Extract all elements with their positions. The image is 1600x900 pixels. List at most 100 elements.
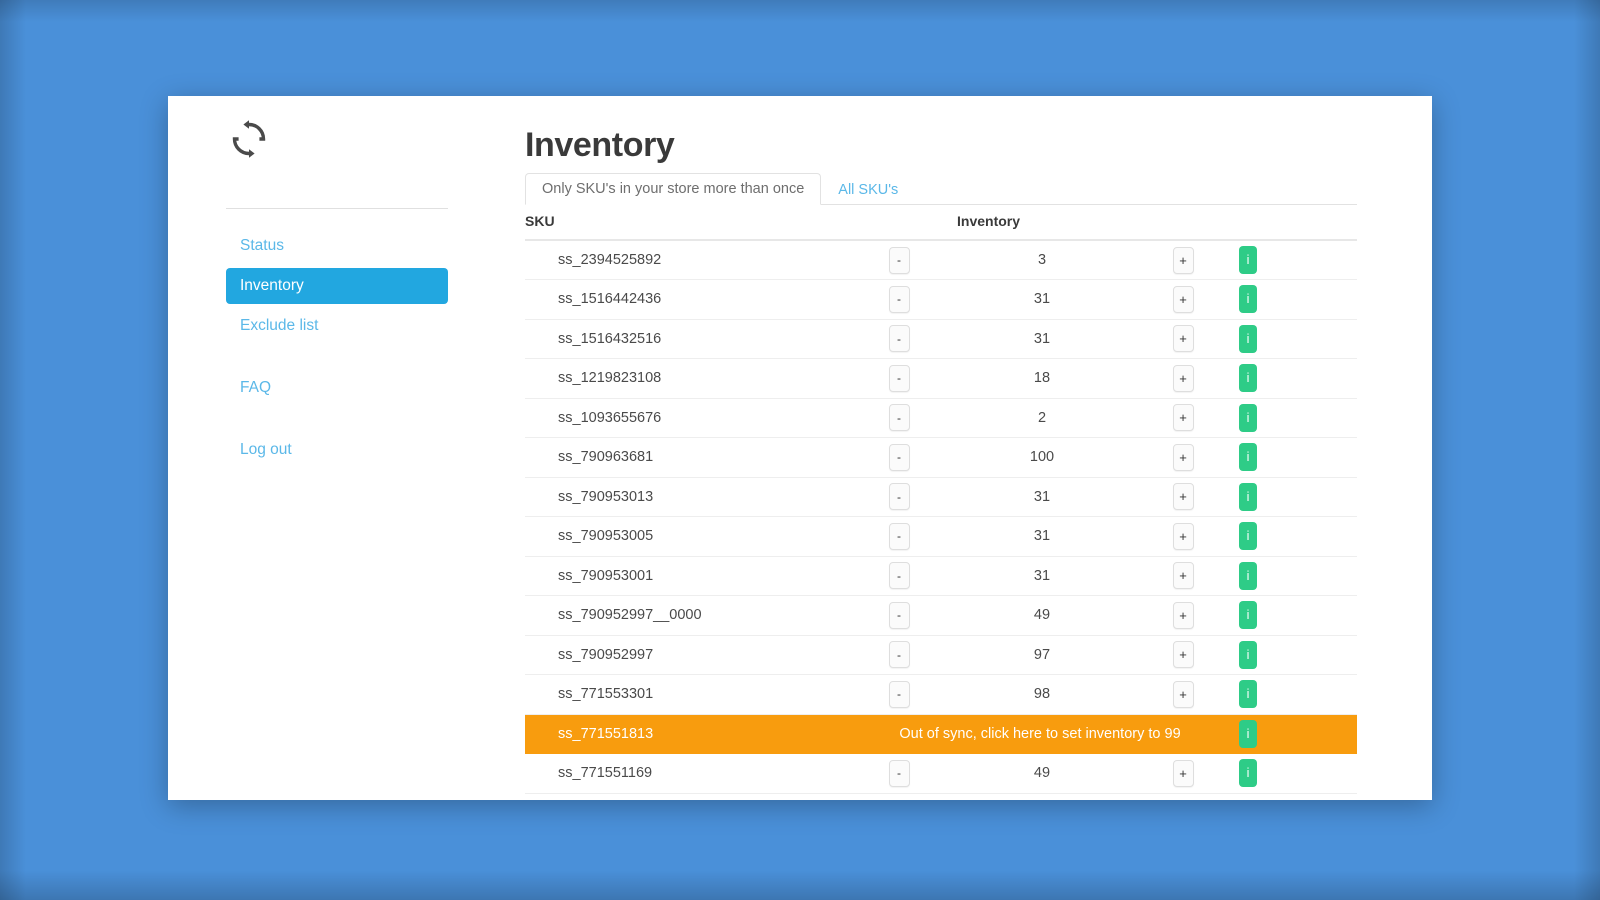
info-icon-button[interactable]: i	[1239, 680, 1257, 709]
cell-info: i	[1239, 437, 1357, 478]
table-body: ss_2394525892-3 + i ss_1516442436-31 + i ss_15…	[525, 240, 1357, 794]
cell-increment: +	[1127, 279, 1239, 320]
cell-decrement: -	[841, 279, 957, 320]
table-row: ss_790953013 - 31 + i	[525, 477, 1357, 517]
cell-decrement: -	[841, 516, 957, 557]
decrement-button[interactable]: -	[888, 759, 910, 787]
cell-info: i	[1239, 240, 1357, 280]
decrement-button[interactable]: -	[888, 483, 910, 511]
cell-sku: ss_790953005	[525, 516, 841, 557]
info-icon-button[interactable]: i	[1239, 522, 1257, 551]
cell-decrement: -	[841, 358, 957, 399]
decrement-button[interactable]: -	[888, 404, 910, 432]
increment-button[interactable]: +	[1172, 601, 1194, 629]
sidebar-item-exclude-list[interactable]: Exclude list	[226, 308, 448, 344]
sync-refresh-icon	[226, 116, 272, 162]
info-icon-button[interactable]: i	[1239, 640, 1257, 669]
info-icon-button[interactable]: i	[1239, 443, 1257, 472]
cell-increment: +	[1127, 437, 1239, 478]
info-icon-button[interactable]: i	[1239, 324, 1257, 353]
increment-button[interactable]: +	[1172, 285, 1194, 313]
decrement-button[interactable]: -	[888, 443, 910, 471]
decrement-button[interactable]: -	[888, 246, 910, 274]
info-icon-button[interactable]: i	[1239, 246, 1257, 274]
cell-info: i	[1239, 319, 1357, 359]
cell-inventory-value: 31	[957, 319, 1127, 359]
increment-button[interactable]: +	[1172, 522, 1194, 550]
cell-inventory-value: 2	[957, 398, 1127, 438]
sidebar-item-status[interactable]: Status	[226, 228, 448, 264]
sidebar-item-faq[interactable]: FAQ	[226, 370, 448, 406]
info-icon-button[interactable]: i	[1239, 403, 1257, 432]
cell-inventory-value: 97	[957, 635, 1127, 675]
cell-decrement: -	[841, 319, 957, 359]
tab-all-skus[interactable]: All SKU's	[821, 174, 915, 205]
decrement-button[interactable]: -	[888, 285, 910, 313]
info-icon-button[interactable]: i	[1239, 719, 1257, 748]
increment-button[interactable]: +	[1172, 246, 1194, 274]
table-row: ss_1219823108 - 18 + i	[525, 358, 1357, 399]
cell-increment: +	[1127, 753, 1239, 794]
increment-button[interactable]: +	[1172, 443, 1194, 471]
decrement-button[interactable]: -	[888, 641, 910, 669]
cell-decrement: -	[841, 398, 957, 438]
sidebar-item-inventory[interactable]: Inventory	[226, 268, 448, 304]
increment-button[interactable]: +	[1172, 325, 1194, 353]
increment-button[interactable]: +	[1172, 483, 1194, 511]
out-of-sync-message[interactable]: Out of sync, click here to set inventory…	[841, 714, 1239, 754]
tab-bar: Only SKU's in your store more than once …	[525, 173, 1357, 205]
increment-button[interactable]: +	[1172, 759, 1194, 787]
decrement-button[interactable]: -	[888, 601, 910, 629]
cell-increment: +	[1127, 477, 1239, 517]
info-icon-button[interactable]: i	[1239, 482, 1257, 511]
table-row: ss_1516442436 - 31 + i	[525, 279, 1357, 320]
cell-info: i	[1239, 635, 1357, 675]
cell-info: i	[1239, 674, 1357, 715]
increment-button[interactable]: +	[1172, 364, 1194, 392]
cell-sku: ss_790953013	[525, 477, 841, 517]
cell-sku: ss_771551813	[525, 714, 841, 754]
cell-inventory-value: 49	[957, 753, 1127, 794]
decrement-button[interactable]: -	[888, 562, 910, 590]
cell-sku: ss_771553301	[525, 674, 841, 715]
cell-sku: ss_790952997__0000	[525, 595, 841, 636]
decrement-button[interactable]: -	[888, 680, 910, 708]
column-header-increment	[1127, 205, 1239, 241]
cell-increment: +	[1127, 595, 1239, 636]
table-row: ss_1093655676 - 2 + i	[525, 398, 1357, 438]
table-row: ss_790953005 - 31 + i	[525, 516, 1357, 557]
info-icon-button[interactable]: i	[1239, 364, 1257, 393]
cell-increment: +	[1127, 674, 1239, 715]
increment-button[interactable]: +	[1172, 680, 1194, 708]
cell-sku: ss_790953001	[525, 556, 841, 596]
info-icon-button[interactable]: i	[1239, 601, 1257, 630]
decrement-button[interactable]: -	[888, 325, 910, 353]
tab-only-skus-more-than-once[interactable]: Only SKU's in your store more than once	[525, 173, 822, 205]
app-card: Status Inventory Exclude list FAQ Log ou…	[168, 96, 1432, 800]
cell-sku: ss_1093655676	[525, 398, 841, 438]
increment-button[interactable]: +	[1172, 562, 1194, 590]
cell-increment: +	[1127, 635, 1239, 675]
cell-sku: ss_790963681	[525, 437, 841, 478]
info-icon-button[interactable]: i	[1239, 285, 1257, 314]
cell-increment: +	[1127, 240, 1239, 280]
increment-button[interactable]: +	[1172, 641, 1194, 669]
table-row: ss_790953001 - 31 + i	[525, 556, 1357, 596]
cell-inventory-value: 98	[957, 674, 1127, 715]
cell-sku: ss_1516432516	[525, 319, 841, 359]
info-icon-button[interactable]: i	[1239, 759, 1257, 788]
column-header-decrement	[841, 205, 957, 241]
table-row: ss_1516432516 - 31 + i	[525, 319, 1357, 359]
cell-sku: ss_2394525892	[525, 240, 841, 280]
cell-info: i	[1239, 279, 1357, 320]
increment-button[interactable]: +	[1172, 404, 1194, 432]
decrement-button[interactable]: -	[888, 364, 910, 392]
sidebar-item-log-out[interactable]: Log out	[226, 432, 448, 468]
cell-sku: ss_1516442436	[525, 279, 841, 320]
inventory-table-scroll[interactable]: SKU Inventory ss_2394525892-3 + i ss_151644…	[525, 205, 1369, 800]
page-title: Inventory	[525, 126, 675, 164]
decrement-button[interactable]: -	[888, 522, 910, 550]
cell-inventory-value: 18	[957, 358, 1127, 399]
column-header-sku: SKU	[525, 205, 841, 241]
info-icon-button[interactable]: i	[1239, 561, 1257, 590]
